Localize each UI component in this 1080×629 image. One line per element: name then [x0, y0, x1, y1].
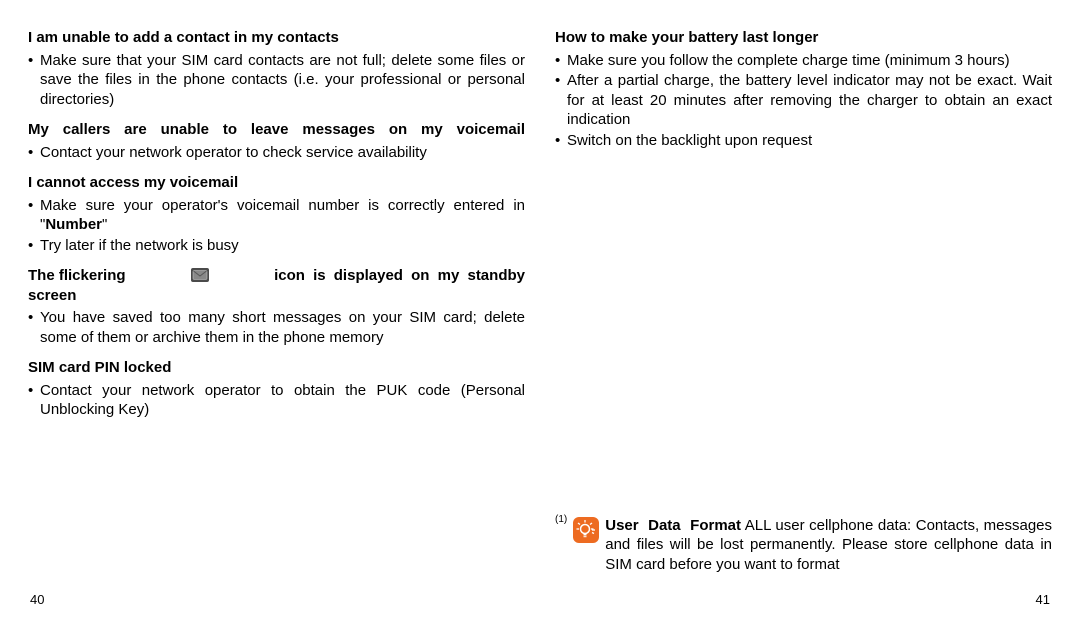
heading-cannot-access-voicemail: I cannot access my voicemail — [28, 173, 525, 193]
footnote-number: (1) — [555, 513, 567, 526]
list-item: Make sure you follow the complete charge… — [555, 51, 1052, 71]
right-column: How to make your battery last longer Mak… — [555, 28, 1052, 574]
list-item: Make sure that your SIM card contacts ar… — [28, 51, 525, 110]
page-number-right: 41 — [1036, 592, 1050, 609]
heading-battery-last-longer: How to make your battery last longer — [555, 28, 1052, 48]
list-cannot-access-voicemail: Make sure your operator's voicemail numb… — [28, 196, 525, 257]
list-item: Switch on the backlight upon request — [555, 131, 1052, 151]
list-item: Try later if the network is busy — [28, 236, 525, 256]
heading-sim-pin-locked: SIM card PIN locked — [28, 358, 525, 378]
list-unable-add-contact: Make sure that your SIM card contacts ar… — [28, 51, 525, 111]
list-item: Contact your network operator to check s… — [28, 143, 525, 163]
page-number-left: 40 — [30, 592, 44, 609]
list-sim-pin-locked: Contact your network operator to obtain … — [28, 381, 525, 421]
list-item: Contact your network operator to obtain … — [28, 381, 525, 420]
list-item: After a partial charge, the battery leve… — [555, 71, 1052, 130]
footnote-text: User Data Format ALL user cellphone data… — [605, 516, 1052, 575]
heading-text: icon is displayed on my standby — [274, 266, 525, 286]
left-column: I am unable to add a contact in my conta… — [28, 28, 525, 574]
list-callers-voicemail: Contact your network operator to check s… — [28, 143, 525, 164]
heading-text: The flickering — [28, 266, 126, 286]
heading-flickering-icon: The flickering icon is displayed on my s… — [28, 266, 525, 305]
list-flickering-icon: You have saved too many short messages o… — [28, 308, 525, 348]
page-numbers: 40 41 — [28, 592, 1052, 609]
footnote: (1) User Data Format ALL user ce — [555, 516, 1052, 575]
list-battery-last-longer: Make sure you follow the complete charge… — [555, 51, 1052, 152]
list-item: Make sure your operator's voicemail numb… — [28, 196, 525, 235]
list-item: You have saved too many short messages o… — [28, 308, 525, 347]
heading-text: screen — [28, 286, 525, 306]
heading-unable-add-contact: I am unable to add a contact in my conta… — [28, 28, 525, 48]
envelope-icon — [191, 268, 209, 282]
heading-callers-voicemail: My callers are unable to leave messages … — [28, 120, 525, 140]
lightbulb-icon — [573, 517, 599, 543]
